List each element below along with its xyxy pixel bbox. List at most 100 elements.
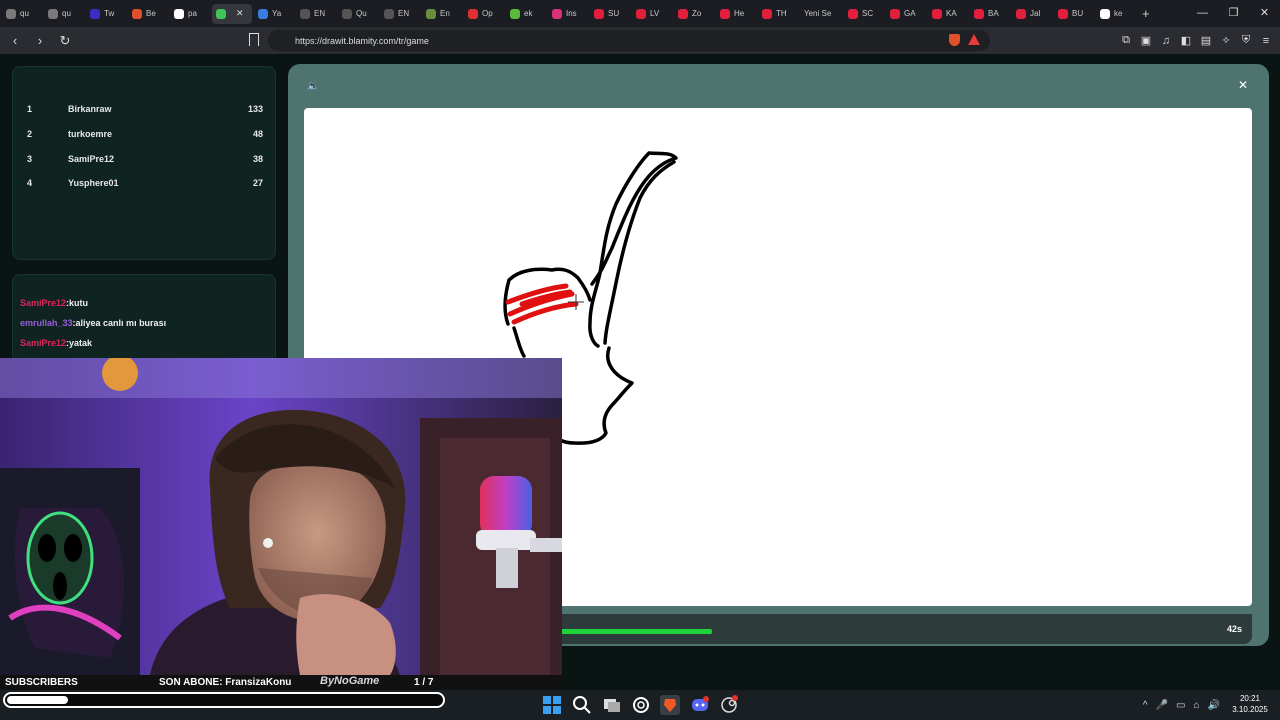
- browser-tab[interactable]: Be: [128, 4, 168, 24]
- windows-start-icon[interactable]: [542, 695, 562, 715]
- browser-tab[interactable]: Jal: [1012, 4, 1052, 24]
- tab-label: EN: [398, 9, 410, 18]
- tab-label: Ya: [272, 9, 282, 18]
- browser-tab[interactable]: SU: [590, 4, 630, 24]
- player-rank: 4: [27, 178, 33, 188]
- browser-tab[interactable]: Op: [464, 4, 504, 24]
- player-score: 27: [252, 178, 263, 188]
- bookmark-icon[interactable]: [249, 33, 259, 46]
- tab-favicon-icon: [174, 8, 184, 19]
- reload-button[interactable]: ↻: [55, 33, 75, 49]
- browser-tab[interactable]: EN: [380, 4, 420, 24]
- browser-tab[interactable]: He: [716, 4, 756, 24]
- display-icon[interactable]: ▭: [1176, 700, 1185, 711]
- browser-tab[interactable]: En: [422, 4, 462, 24]
- close-icon[interactable]: ✕: [1238, 78, 1248, 92]
- maximize-button[interactable]: ❐: [1218, 0, 1249, 27]
- browser-tab[interactable]: Yeni Se: [800, 4, 842, 24]
- browser-tab[interactable]: TH: [758, 4, 798, 24]
- discord-icon[interactable]: [690, 695, 710, 715]
- leo-ai-icon[interactable]: ✧: [1216, 34, 1236, 47]
- player-name: turkoemre: [68, 129, 113, 139]
- drawing-stroke: [558, 346, 634, 445]
- brave-browser-icon[interactable]: [660, 695, 680, 715]
- task-view-icon[interactable]: [602, 695, 622, 715]
- sidebar-icon[interactable]: ◧: [1176, 34, 1196, 47]
- browser-tab[interactable]: ke: [1096, 4, 1136, 24]
- browser-tab[interactable]: ✕: [212, 3, 252, 24]
- tab-close-icon[interactable]: ✕: [236, 8, 244, 19]
- volume-icon[interactable]: 🔊: [1208, 700, 1220, 711]
- last-subscriber-text: SON ABONE: FransizaKonu: [159, 677, 292, 688]
- tab-label: BU: [1072, 9, 1084, 18]
- tab-label: Qu: [356, 9, 367, 18]
- chat-message: SamiPre12:yatak: [20, 338, 92, 348]
- network-icon[interactable]: ⌂: [1194, 700, 1200, 711]
- taskbar-clock[interactable]: 20:21 3.10.2025: [1228, 693, 1272, 715]
- tab-favicon-icon: [1016, 8, 1026, 19]
- media-icon[interactable]: ♫: [1156, 35, 1176, 47]
- wallet-icon[interactable]: ▤: [1196, 34, 1216, 47]
- leaderboard-row: 1 Birkanraw 133: [27, 104, 263, 120]
- tab-favicon-icon: [468, 8, 478, 19]
- brave-rewards-icon[interactable]: [968, 34, 980, 45]
- search-icon[interactable]: [572, 695, 592, 715]
- tab-label: BA: [988, 9, 999, 18]
- speaker-icon[interactable]: 🔈: [307, 81, 319, 92]
- leaderboard-row: 3 SamiPre12 38: [27, 154, 263, 170]
- menu-icon[interactable]: ≡: [1256, 35, 1276, 47]
- chatgpt-icon[interactable]: [631, 695, 651, 715]
- steam-icon[interactable]: [719, 695, 739, 715]
- microphone-icon[interactable]: 🎤: [1156, 700, 1168, 711]
- chat-text: :kutu: [66, 298, 89, 308]
- tab-favicon-icon: [974, 8, 984, 19]
- extension-toolbar: ⧉ ▣ ♫ ◧ ▤ ✧ ⛨ ≡: [1116, 27, 1276, 54]
- browser-tab[interactable]: LV: [632, 4, 672, 24]
- minimize-button[interactable]: —: [1187, 0, 1218, 27]
- browser-tab[interactable]: Tw: [86, 4, 126, 24]
- chat-message: emrullah_33:aliyea canlı mı burası: [20, 318, 166, 328]
- brave-shield-icon[interactable]: [949, 34, 960, 46]
- player-rank: 3: [27, 154, 33, 164]
- back-button[interactable]: ‹: [5, 33, 25, 48]
- browser-tab[interactable]: BA: [970, 4, 1010, 24]
- browser-tab[interactable]: GA: [886, 4, 926, 24]
- tab-favicon-icon: [384, 8, 394, 19]
- url-field[interactable]: https://drawit.blamity.com/tr/game: [268, 30, 990, 51]
- browser-tab[interactable]: SC: [844, 4, 884, 24]
- tab-label: KA: [946, 9, 957, 18]
- chat-username: SamiPre12: [20, 298, 67, 308]
- player-rank: 1: [27, 104, 33, 114]
- browser-tab[interactable]: ek: [506, 4, 546, 24]
- tab-favicon-icon: [342, 8, 352, 19]
- browser-tab[interactable]: Ins: [548, 4, 588, 24]
- browser-tab[interactable]: qu: [2, 4, 42, 24]
- tab-label: Jal: [1030, 9, 1041, 18]
- browser-tab[interactable]: pa: [170, 4, 210, 24]
- browser-tab[interactable]: EN: [296, 4, 336, 24]
- browser-tab[interactable]: BU: [1054, 4, 1094, 24]
- tab-favicon-icon: [300, 8, 310, 19]
- browser-tab[interactable]: Qu: [338, 4, 378, 24]
- new-tab-button[interactable]: +: [1142, 6, 1150, 21]
- tab-label: He: [734, 9, 745, 18]
- browser-tab[interactable]: qu: [44, 4, 84, 24]
- vpn-icon[interactable]: ⛨: [1236, 34, 1256, 47]
- screenshot-icon[interactable]: ▣: [1136, 34, 1156, 47]
- browser-tab[interactable]: KA: [928, 4, 968, 24]
- tab-label: GA: [904, 9, 916, 18]
- chat-text: :aliyea canlı mı burası: [72, 318, 167, 328]
- subscriber-goal-progress: [3, 692, 445, 708]
- tab-favicon-icon: [720, 8, 730, 19]
- close-window-button[interactable]: ✕: [1249, 0, 1280, 27]
- browser-tab[interactable]: Zo: [674, 4, 714, 24]
- forward-button[interactable]: ›: [30, 33, 50, 48]
- browser-tab[interactable]: Ya: [254, 4, 294, 24]
- tab-favicon-icon: [848, 8, 858, 19]
- tab-label: Be: [146, 9, 156, 18]
- tray-overflow-icon[interactable]: ^: [1143, 700, 1148, 711]
- extensions-icon[interactable]: ⧉: [1116, 34, 1136, 47]
- url-text: https://drawit.blamity.com/tr/game: [295, 35, 429, 46]
- tab-label: Ins: [566, 9, 577, 18]
- tab-favicon-icon: [932, 8, 942, 19]
